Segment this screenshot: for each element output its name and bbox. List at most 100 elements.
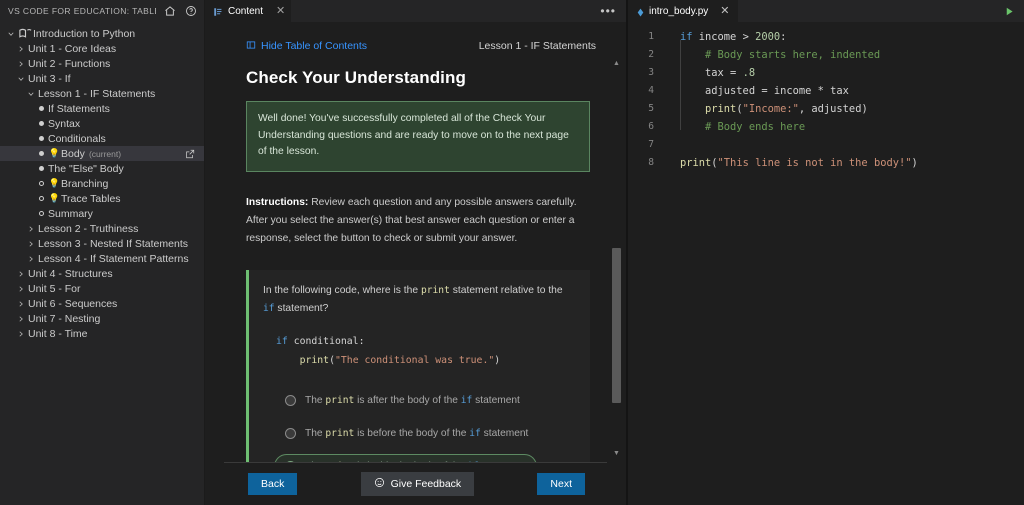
sidebar-item-lesson-1-if-statements[interactable]: Lesson 1 - IF Statements: [0, 86, 204, 101]
radio-button[interactable]: [285, 427, 296, 439]
radio-button[interactable]: [285, 394, 296, 406]
content-scrollbar[interactable]: ▲ ▼: [611, 60, 622, 458]
editor-line[interactable]: 3 tax = .8: [628, 64, 1024, 82]
give-feedback-label: Give Feedback: [390, 478, 462, 490]
sidebar-item-unit-1-core-ideas[interactable]: Unit 1 - Core Ideas: [0, 41, 204, 56]
chevron-right-icon[interactable]: [14, 45, 28, 53]
chevron-right-icon[interactable]: [24, 240, 38, 248]
sidebar-item-if-statements[interactable]: If Statements: [0, 101, 204, 116]
give-feedback-button[interactable]: Give Feedback: [360, 472, 475, 496]
editor-tab-intro-body-py[interactable]: intro_body.py ✕: [628, 0, 738, 22]
sidebar-item-label: Conditionals: [48, 132, 106, 145]
tab-close-icon[interactable]: ✕: [276, 6, 285, 17]
sidebar-item-unit-8-time[interactable]: Unit 8 - Time: [0, 326, 204, 341]
sidebar-item-label: Unit 4 - Structures: [28, 267, 113, 280]
open-external-icon[interactable]: [183, 147, 196, 160]
radio-button[interactable]: [285, 460, 296, 462]
lightbulb-icon: 💡: [48, 148, 61, 158]
sidebar-item-lesson-2-truthiness[interactable]: Lesson 2 - Truthiness: [0, 221, 204, 236]
chevron-right-icon[interactable]: [24, 225, 38, 233]
lesson-footer: Back Give Feedback Next: [224, 462, 607, 505]
editor-line[interactable]: 4 adjusted = income * tax: [628, 82, 1024, 100]
tabbar-more-actions[interactable]: •••: [590, 0, 626, 22]
question-code-if: if: [263, 302, 275, 314]
sidebar-item-lesson-4-if-statement-patterns[interactable]: Lesson 4 - If Statement Patterns: [0, 251, 204, 266]
editor-line[interactable]: 8 print("This line is not in the body!"): [628, 154, 1024, 172]
chevron-right-icon[interactable]: [14, 315, 28, 323]
editor-line[interactable]: 1 if income > 2000:: [628, 28, 1024, 46]
page-marker-hollow: [34, 211, 48, 216]
sidebar-item-label: Unit 1 - Core Ideas: [28, 42, 117, 55]
line-number: 8: [648, 157, 654, 168]
sidebar-item-body[interactable]: 💡 Body (current): [0, 146, 204, 161]
chevron-right-icon[interactable]: [14, 285, 28, 293]
chevron-right-icon[interactable]: [14, 300, 28, 308]
hide-toc-label: Hide Table of Contents: [261, 40, 368, 52]
question-code-block: if conditional: print("The conditional w…: [276, 336, 501, 366]
sidebar-item-label: Trace Tables: [61, 192, 121, 205]
page-marker-hollow: [34, 196, 48, 201]
line-number: 6: [648, 121, 654, 132]
question-card: In the following code, where is the prin…: [246, 270, 590, 462]
sidebar-item-unit-2-functions[interactable]: Unit 2 - Functions: [0, 56, 204, 71]
python-file-icon: [636, 8, 644, 16]
scrollbar-track[interactable]: [612, 70, 621, 448]
editor-line[interactable]: 6 # Body ends here: [628, 118, 1024, 136]
chevron-right-icon[interactable]: [14, 60, 28, 68]
editor-line[interactable]: 2 # Body starts here, indented: [628, 46, 1024, 64]
back-button[interactable]: Back: [248, 473, 298, 495]
instructions-text: Instructions: Review each question and a…: [246, 194, 590, 248]
chevron-down-icon[interactable]: [24, 90, 38, 98]
page-title: Check Your Understanding: [246, 68, 466, 87]
editor-code-area[interactable]: 1 if income > 2000: 2 # Body starts here, …: [628, 22, 1024, 505]
sidebar-item-unit-5-for[interactable]: Unit 5 - For: [0, 281, 204, 296]
lesson-title: Lesson 1 - IF Statements: [478, 40, 596, 52]
scroll-down-arrow[interactable]: ▼: [613, 450, 620, 458]
next-button[interactable]: Next: [537, 473, 585, 495]
sidebar-item-label: Introduction to Python: [33, 27, 136, 40]
help-icon[interactable]: [183, 4, 198, 19]
answer-option-1[interactable]: The print is after the body of the if st…: [274, 388, 531, 413]
tab-content[interactable]: Content ✕: [205, 0, 292, 22]
sidebar-item-lesson-3-nested-if-statements[interactable]: Lesson 3 - Nested If Statements: [0, 236, 204, 251]
chevron-down-icon[interactable]: [4, 30, 18, 38]
sidebar-item-syntax[interactable]: Syntax: [0, 116, 204, 131]
answer-option-3[interactable]: The print is inside the body of the if s…: [274, 453, 538, 462]
sidebar-item-trace-tables[interactable]: 💡 Trace Tables: [0, 191, 204, 206]
sidebar-item-branching[interactable]: 💡 Branching: [0, 176, 204, 191]
line-number: 4: [648, 85, 654, 96]
sidebar-item-summary[interactable]: Summary: [0, 206, 204, 221]
chevron-right-icon[interactable]: [14, 270, 28, 278]
chevron-right-icon[interactable]: [14, 330, 28, 338]
sidebar-item-unit-7-nesting[interactable]: Unit 7 - Nesting: [0, 311, 204, 326]
sidebar-item-label: Lesson 4 - If Statement Patterns: [38, 252, 189, 265]
sidebar-item-the-else-body[interactable]: The "Else" Body: [0, 161, 204, 176]
scrollbar-thumb[interactable]: [612, 247, 621, 403]
editor-line[interactable]: 5 print("Income:", adjusted): [628, 100, 1024, 118]
run-file-button[interactable]: [995, 0, 1024, 22]
sidebar-item-label: Branching: [61, 177, 109, 190]
editor-line[interactable]: 7: [628, 136, 1024, 154]
editor-tab-close-icon[interactable]: ✕: [720, 6, 729, 17]
scroll-up-arrow[interactable]: ▲: [613, 60, 620, 68]
content-book-icon: [213, 7, 223, 17]
sidebar-item-label: Unit 3 - If: [28, 72, 71, 85]
line-number: 7: [648, 139, 654, 150]
sidebar-item-conditionals[interactable]: Conditionals: [0, 131, 204, 146]
sidebar-item-label: Summary: [48, 207, 93, 220]
page-marker-filled: [34, 106, 48, 111]
sidebar-item-unit-3-if[interactable]: Unit 3 - If: [0, 71, 204, 86]
success-alert: Well done! You've successfully completed…: [246, 101, 590, 173]
home-icon[interactable]: [162, 4, 177, 19]
sidebar-item-introduction-to-python[interactable]: Introduction to Python: [0, 26, 204, 41]
answer-option-2[interactable]: The print is before the body of the if s…: [274, 421, 539, 446]
hide-table-of-contents-link[interactable]: Hide Table of Contents: [246, 40, 367, 53]
sidebar-item-unit-4-structures[interactable]: Unit 4 - Structures: [0, 266, 204, 281]
sidebar-item-unit-6-sequences[interactable]: Unit 6 - Sequences: [0, 296, 204, 311]
chevron-down-icon[interactable]: [14, 75, 28, 83]
chevron-right-icon[interactable]: [24, 255, 38, 263]
sidebar-item-status: (current): [88, 148, 122, 159]
answer-option-label: The print is inside the body of the if s…: [305, 461, 526, 462]
question-mid: statement relative to the: [449, 285, 563, 297]
line-code: # Body ends here: [680, 121, 806, 133]
